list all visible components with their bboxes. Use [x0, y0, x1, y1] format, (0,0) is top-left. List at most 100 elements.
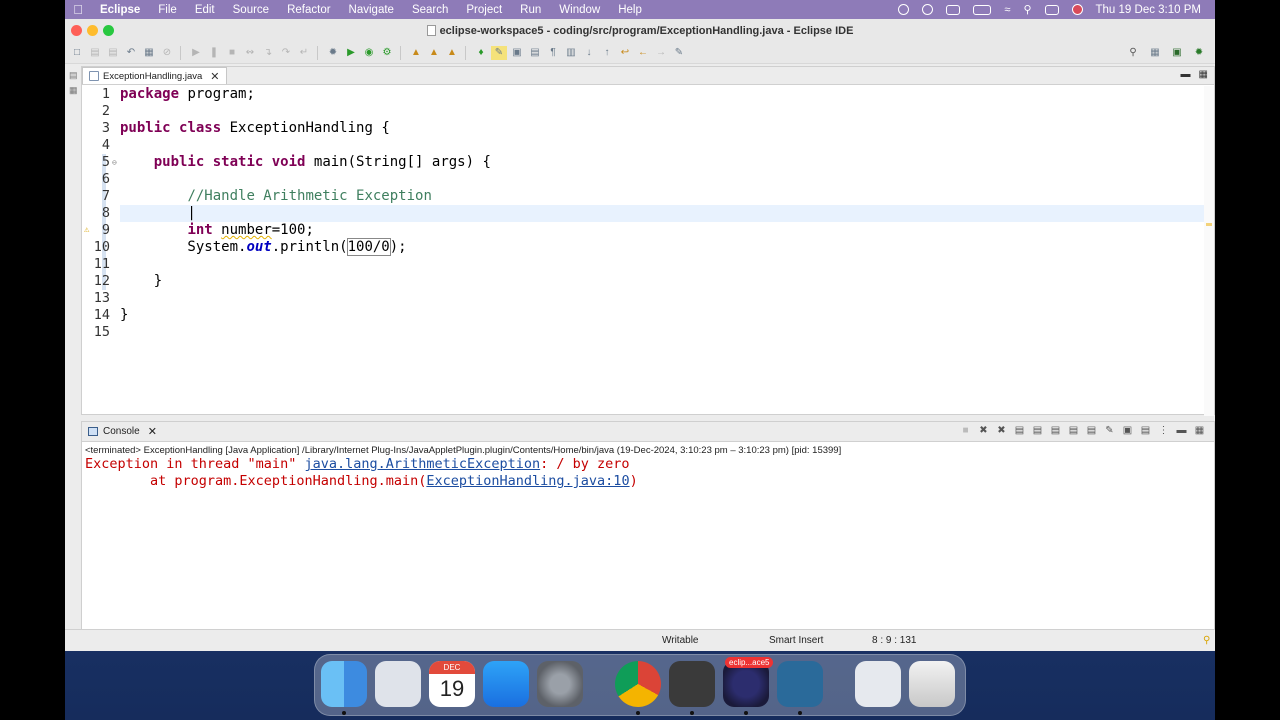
new-class-icon[interactable]: ▲ [444, 46, 460, 60]
resume-icon[interactable]: ▶ [188, 46, 204, 60]
code-line[interactable]: 9 int number=100; [82, 222, 1214, 239]
warning-marker[interactable] [1206, 223, 1212, 226]
prev-annotation-icon[interactable]: ↑ [599, 46, 615, 60]
back-icon[interactable]: ← [635, 46, 651, 60]
code-line[interactable]: 7 //Handle Arithmetic Exception [82, 188, 1214, 205]
run-icon[interactable]: ▶ [343, 46, 359, 60]
maximize-icon[interactable]: ▦ [1193, 425, 1206, 437]
pin-console-icon[interactable]: ✎ [1103, 425, 1116, 437]
app-menu[interactable]: Eclipse [91, 4, 149, 16]
save-all-icon[interactable]: ▤ [105, 46, 121, 60]
step-return-icon[interactable]: ↵ [296, 46, 312, 60]
code-line[interactable]: 5 ⊖ public static void main(String[] arg… [82, 154, 1214, 171]
code-editor[interactable]: ⚠ 1 package program; 2 3 public class Ex… [82, 86, 1214, 416]
code-line[interactable]: 2 [82, 103, 1214, 120]
battery-icon[interactable] [973, 4, 992, 15]
clear-console-icon[interactable]: ▤ [1013, 425, 1026, 437]
trash-icon[interactable] [909, 661, 955, 707]
overview-ruler[interactable] [1204, 86, 1214, 416]
menu-refactor[interactable]: Refactor [278, 4, 339, 16]
console-tab[interactable]: Console ✕ [82, 425, 157, 438]
package-explorer-icon[interactable]: ▦ [69, 85, 81, 96]
menu-help[interactable]: Help [609, 4, 651, 16]
undo-icon[interactable]: ↶ [123, 46, 139, 60]
apple-menu-icon[interactable]:  [65, 2, 91, 17]
close-icon[interactable]: ✕ [148, 425, 157, 438]
new-package-icon[interactable]: ▲ [426, 46, 442, 60]
show-on-stderr-icon[interactable]: ▤ [1085, 425, 1098, 437]
menu-window[interactable]: Window [550, 4, 609, 16]
open-perspective-icon[interactable]: ▦ [1147, 46, 1163, 60]
pin-editor-icon[interactable]: ✎ [671, 46, 687, 60]
next-annotation-icon[interactable]: ↓ [581, 46, 597, 60]
coverage-icon[interactable]: ◉ [361, 46, 377, 60]
sublime-text-icon[interactable] [669, 661, 715, 707]
menu-run[interactable]: Run [511, 4, 550, 16]
external-tools-icon[interactable]: ⚙ [379, 46, 395, 60]
suspend-icon[interactable]: ❚ [206, 46, 222, 60]
system-settings-icon[interactable] [537, 661, 583, 707]
minimize-icon[interactable]: ▬ [1181, 69, 1191, 80]
code-line[interactable]: 4 [82, 137, 1214, 154]
menu-navigate[interactable]: Navigate [340, 4, 403, 16]
block-selection-icon[interactable]: ▤ [527, 46, 543, 60]
java-perspective-icon[interactable]: ▣ [1169, 46, 1185, 60]
open-console-icon[interactable]: ▤ [1139, 425, 1152, 437]
screen-icon[interactable] [946, 4, 961, 15]
code-line[interactable]: 6 [82, 171, 1214, 188]
save-icon[interactable]: ▤ [87, 46, 103, 60]
code-line[interactable]: 11 [82, 256, 1214, 273]
siri-icon[interactable] [1071, 4, 1083, 15]
eclipse-icon[interactable]: eclip...ace5 [723, 657, 774, 707]
last-edit-icon[interactable]: ↩ [617, 46, 633, 60]
calendar-icon[interactable]: DEC 19 [429, 661, 475, 707]
disconnect-icon[interactable]: ↭ [242, 46, 258, 60]
step-over-icon[interactable]: ↷ [278, 46, 294, 60]
menu-project[interactable]: Project [457, 4, 511, 16]
highlight-icon[interactable]: ✎ [491, 45, 507, 60]
record-icon[interactable] [898, 4, 910, 15]
display-console-icon[interactable]: ▣ [1121, 425, 1134, 437]
menu-source[interactable]: Source [224, 4, 278, 16]
word-wrap-icon[interactable]: ▤ [1049, 425, 1062, 437]
new-java-project-icon[interactable]: ▲ [408, 46, 424, 60]
breadcrumb-icon[interactable]: ▥ [563, 46, 579, 60]
remove-launch-icon[interactable]: ✖ [977, 425, 990, 437]
play-icon[interactable] [922, 4, 934, 15]
show-on-stdout-icon[interactable]: ▤ [1067, 425, 1080, 437]
quicktime-icon[interactable] [777, 661, 823, 707]
app-store-icon[interactable] [483, 661, 529, 707]
exception-link[interactable]: java.lang.ArithmeticException [304, 456, 540, 472]
remove-all-terminated-icon[interactable]: ✖ [995, 425, 1008, 437]
view-menu-icon[interactable]: ⋮ [1157, 425, 1170, 437]
skip-breakpoints-icon[interactable]: ⊘ [159, 46, 175, 60]
control-center-icon[interactable] [1044, 4, 1059, 15]
code-line[interactable]: 10 System.out.println(100/0); [82, 238, 1214, 256]
code-line[interactable]: 8 | [82, 205, 1214, 222]
mark-occurrences-icon[interactable]: ▣ [509, 46, 525, 60]
code-line[interactable]: 12 } [82, 273, 1214, 290]
terminal-icon[interactable]: ▦ [141, 46, 157, 60]
search-icon[interactable]: ⚲ [1125, 46, 1141, 60]
menu-edit[interactable]: Edit [186, 4, 224, 16]
editor-tab-exceptionhandling[interactable]: ExceptionHandling.java ✕ [82, 67, 227, 84]
menu-file[interactable]: File [149, 4, 186, 16]
open-type-icon[interactable]: ♦ [473, 46, 489, 60]
show-whitespace-icon[interactable]: ¶ [545, 46, 561, 60]
wifi-icon[interactable]: ≈ [1004, 4, 1010, 16]
terminate-icon[interactable]: ■ [224, 46, 240, 60]
code-line[interactable]: 3 public class ExceptionHandling { [82, 120, 1214, 137]
finder-icon[interactable] [321, 661, 367, 707]
forward-icon[interactable]: → [653, 46, 669, 60]
maximize-icon[interactable]: ▦ [1199, 69, 1208, 80]
debug-icon[interactable]: ✹ [325, 46, 341, 60]
tip-icon[interactable]: ⚲ [1203, 635, 1210, 646]
close-icon[interactable]: ✕ [210, 70, 219, 83]
step-into-icon[interactable]: ↴ [260, 46, 276, 60]
new-icon[interactable]: □ [69, 46, 85, 60]
code-line[interactable]: 13 [82, 290, 1214, 307]
scroll-lock-icon[interactable]: ▤ [1031, 425, 1044, 437]
menubar-clock[interactable]: Thu 19 Dec 3:10 PM [1096, 4, 1201, 16]
preview-window-icon[interactable] [855, 661, 901, 707]
spotlight-search-icon[interactable]: ⚲ [1023, 3, 1031, 16]
